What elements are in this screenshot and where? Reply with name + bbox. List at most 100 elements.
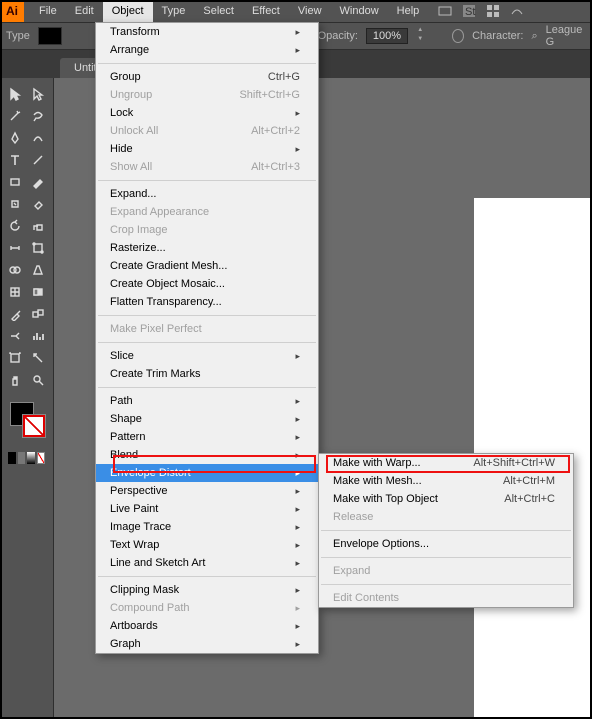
tool-gradient[interactable] xyxy=(28,282,50,302)
object-menu-item: Show AllAlt+Ctrl+3 xyxy=(96,158,318,176)
envelope-submenu-item: Expand xyxy=(319,562,573,580)
menu-item-shortcut: Alt+Ctrl+3 xyxy=(251,161,300,173)
envelope-submenu-item[interactable]: Make with Top ObjectAlt+Ctrl+C xyxy=(319,490,573,508)
envelope-submenu-item[interactable]: Make with Mesh...Alt+Ctrl+M xyxy=(319,472,573,490)
tool-blend[interactable] xyxy=(28,304,50,324)
menu-type[interactable]: Type xyxy=(153,0,195,22)
object-menu-item[interactable]: Shape xyxy=(96,410,318,428)
svg-text:St: St xyxy=(465,6,475,18)
object-menu-item[interactable]: Blend xyxy=(96,446,318,464)
tool-hand[interactable] xyxy=(4,370,26,390)
tool-shape-builder[interactable] xyxy=(4,260,26,280)
object-menu-item[interactable]: Expand... xyxy=(96,185,318,203)
object-menu-item[interactable]: Pattern xyxy=(96,428,318,446)
menu-item-label: Create Trim Marks xyxy=(110,368,200,380)
object-menu-item[interactable]: Create Gradient Mesh... xyxy=(96,257,318,275)
menu-edit[interactable]: Edit xyxy=(66,0,103,22)
tool-perspective[interactable] xyxy=(28,260,50,280)
envelope-submenu-item[interactable]: Make with Warp...Alt+Shift+Ctrl+W xyxy=(319,454,573,472)
object-menu-item[interactable]: Graph xyxy=(96,635,318,653)
object-menu-item[interactable]: Path xyxy=(96,392,318,410)
tool-slice[interactable] xyxy=(28,348,50,368)
menu-item-label: Create Gradient Mesh... xyxy=(110,260,227,272)
object-menu: TransformArrangeGroupCtrl+GUngroupShift+… xyxy=(95,22,319,654)
object-menu-item[interactable]: Envelope Distort xyxy=(96,464,318,482)
bridge-icon[interactable] xyxy=(438,4,452,18)
menu-object[interactable]: Object xyxy=(103,0,153,22)
menu-item-label: Make with Top Object xyxy=(333,493,438,505)
object-menu-item[interactable]: Flatten Transparency... xyxy=(96,293,318,311)
object-menu-item[interactable]: Slice xyxy=(96,347,318,365)
tool-symbol-sprayer[interactable] xyxy=(4,326,26,346)
menu-item-label: Live Paint xyxy=(110,503,158,515)
object-menu-item[interactable]: Transform xyxy=(96,23,318,41)
menu-item-label: Create Object Mosaic... xyxy=(110,278,225,290)
menu-item-shortcut: Shift+Ctrl+G xyxy=(239,89,300,101)
object-menu-item[interactable]: Arrange xyxy=(96,41,318,59)
menu-view[interactable]: View xyxy=(289,0,331,22)
tool-free-transform[interactable] xyxy=(28,238,50,258)
tool-rectangle[interactable] xyxy=(4,172,26,192)
stroke-color[interactable] xyxy=(22,414,46,438)
color-mode-chip[interactable] xyxy=(37,452,45,464)
tool-pen[interactable] xyxy=(4,128,26,148)
object-menu-item[interactable]: Rasterize... xyxy=(96,239,318,257)
menu-item-label: Line and Sketch Art xyxy=(110,557,205,569)
tool-rotate[interactable] xyxy=(4,216,26,236)
stock-icon[interactable]: St xyxy=(462,4,476,18)
gpu-icon[interactable] xyxy=(510,4,524,18)
tool-column-graph[interactable] xyxy=(28,326,50,346)
menu-window[interactable]: Window xyxy=(331,0,388,22)
fill-swatch[interactable] xyxy=(38,27,62,45)
tool-eraser[interactable] xyxy=(28,194,50,214)
arrange-docs-icon[interactable] xyxy=(486,4,500,18)
object-menu-item[interactable]: Hide xyxy=(96,140,318,158)
tool-eyedropper[interactable] xyxy=(4,304,26,324)
menu-item-label: Unlock All xyxy=(110,125,158,137)
object-menu-item[interactable]: Line and Sketch Art xyxy=(96,554,318,572)
menu-item-label: Make Pixel Perfect xyxy=(110,323,202,335)
tool-line-segment[interactable] xyxy=(28,150,50,170)
tool-magic-wand[interactable] xyxy=(4,106,26,126)
object-menu-item[interactable]: Perspective xyxy=(96,482,318,500)
color-mode-chip[interactable] xyxy=(18,452,26,464)
tool-artboard[interactable] xyxy=(4,348,26,368)
object-menu-item[interactable]: Clipping Mask xyxy=(96,581,318,599)
opacity-stepper[interactable]: ▲▼ xyxy=(416,27,424,45)
tool-mesh[interactable] xyxy=(4,282,26,302)
app-logo: Ai xyxy=(0,0,24,22)
object-menu-item[interactable]: Live Paint xyxy=(96,500,318,518)
object-menu-item[interactable]: Image Trace xyxy=(96,518,318,536)
menu-item-label: Slice xyxy=(110,350,134,362)
menu-help[interactable]: Help xyxy=(388,0,429,22)
menu-file[interactable]: File xyxy=(30,0,66,22)
tool-type[interactable] xyxy=(4,150,26,170)
menu-effect[interactable]: Effect xyxy=(243,0,289,22)
menu-select[interactable]: Select xyxy=(194,0,243,22)
object-menu-item[interactable]: Artboards xyxy=(96,617,318,635)
object-menu-item[interactable]: Create Trim Marks xyxy=(96,365,318,383)
tool-width[interactable] xyxy=(4,238,26,258)
opacity-field[interactable]: 100% xyxy=(366,28,408,44)
tool-curvature[interactable] xyxy=(28,128,50,148)
object-menu-item[interactable]: Lock xyxy=(96,104,318,122)
tool-shaper[interactable] xyxy=(4,194,26,214)
tool-lasso[interactable] xyxy=(28,106,50,126)
object-menu-item[interactable]: Create Object Mosaic... xyxy=(96,275,318,293)
tool-direct-selection[interactable] xyxy=(28,84,50,104)
menu-item-label: Expand Appearance xyxy=(110,206,209,218)
font-search-field[interactable]: League G xyxy=(546,24,586,48)
tool-scale[interactable] xyxy=(28,216,50,236)
color-mode-chip[interactable] xyxy=(8,452,16,464)
object-menu-item[interactable]: GroupCtrl+G xyxy=(96,68,318,86)
object-menu-item[interactable]: Text Wrap xyxy=(96,536,318,554)
envelope-submenu-item[interactable]: Envelope Options... xyxy=(319,535,573,553)
menu-item-label: Clipping Mask xyxy=(110,584,179,596)
tool-zoom[interactable] xyxy=(28,370,50,390)
menu-item-label: Image Trace xyxy=(110,521,171,533)
color-mode-chip[interactable] xyxy=(27,452,35,464)
globe-icon[interactable] xyxy=(452,29,464,43)
tool-paintbrush[interactable] xyxy=(28,172,50,192)
tool-selection[interactable] xyxy=(4,84,26,104)
menu-item-label: Lock xyxy=(110,107,133,119)
